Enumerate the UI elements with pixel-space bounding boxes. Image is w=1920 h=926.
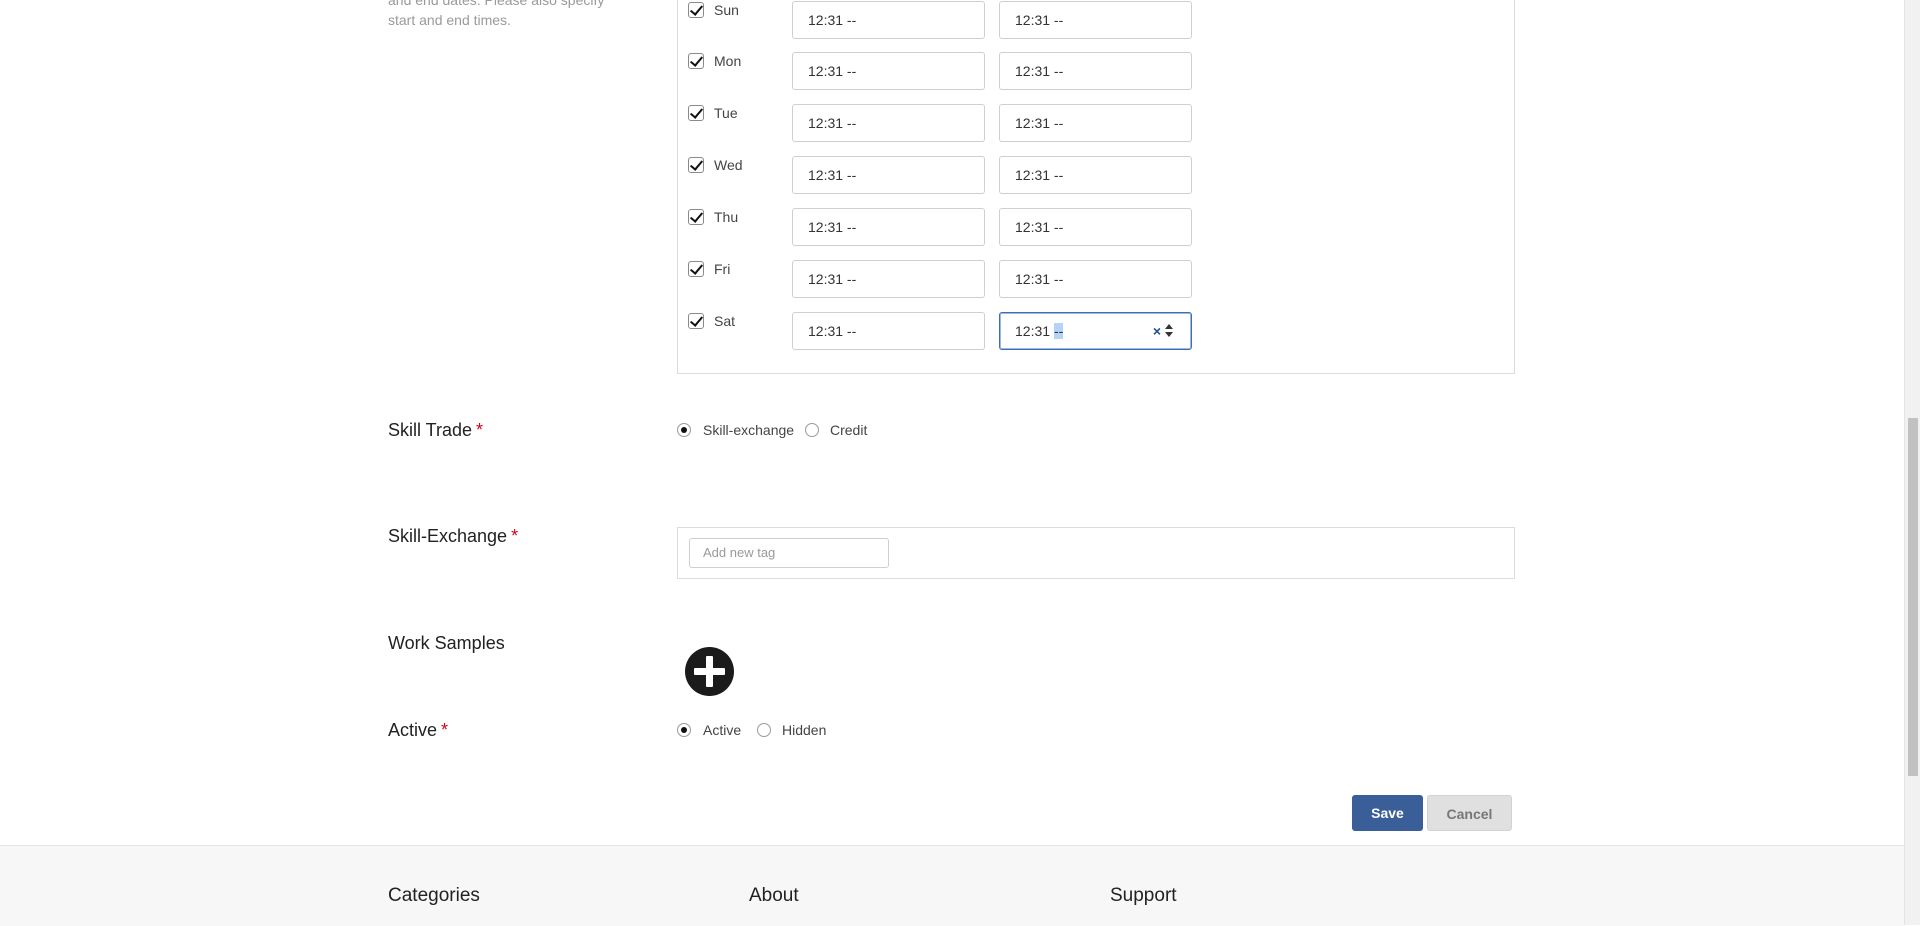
skill-exchange-option-label: Skill-exchange	[703, 422, 795, 438]
skill-exchange-label: Skill-Exchange *	[388, 526, 518, 547]
credit-radio[interactable]	[805, 423, 819, 437]
skill-exchange-label-text: Skill-Exchange	[388, 526, 508, 546]
day-checkbox-mon[interactable]	[688, 53, 704, 69]
skill-trade-label: Skill Trade *	[388, 420, 483, 441]
start-time-fri[interactable]: 12:31 --	[792, 260, 985, 298]
start-time-thu[interactable]: 12:31 --	[792, 208, 985, 246]
page: and end dates. Please also specify start…	[0, 0, 1904, 926]
required-mark: *	[476, 420, 484, 440]
day-checkbox-fri[interactable]	[688, 261, 704, 277]
end-time-tue[interactable]: 12:31 --	[999, 104, 1192, 142]
spinner-icon[interactable]	[1165, 324, 1173, 338]
start-time-mon[interactable]: 12:31 --	[792, 52, 985, 90]
availability-hint: and end dates. Please also specify start…	[388, 0, 605, 28]
work-samples-label: Work Samples	[388, 633, 505, 653]
day-checkbox-wed[interactable]	[688, 157, 704, 173]
start-time-tue[interactable]: 12:31 --	[792, 104, 985, 142]
end-time-sun[interactable]: 12:31 --	[999, 1, 1192, 39]
end-time-fri[interactable]: 12:31 --	[999, 260, 1192, 298]
active-label-text: Active	[388, 720, 438, 740]
day-label: Tue	[714, 105, 738, 121]
end-time-thu[interactable]: 12:31 --	[999, 208, 1192, 246]
hidden-option-label: Hidden	[782, 722, 827, 738]
day-label: Thu	[714, 209, 739, 225]
start-time-wed[interactable]: 12:31 --	[792, 156, 985, 194]
skill-exchange-radio[interactable]	[677, 423, 691, 437]
day-label: Wed	[714, 157, 743, 173]
day-checkbox-tue[interactable]	[688, 105, 704, 121]
day-label: Sun	[714, 2, 739, 18]
skill-exchange-tag-box: Add new tag	[677, 527, 1515, 579]
day-checkbox-sat[interactable]	[688, 313, 704, 329]
ampm-segment[interactable]: --	[1053, 323, 1064, 339]
day-checkbox-sun[interactable]	[688, 2, 704, 18]
time-value: 12:31	[1015, 323, 1051, 339]
save-button[interactable]: Save	[1352, 795, 1423, 831]
add-tag-input[interactable]: Add new tag	[689, 538, 889, 568]
footer-heading-about: About	[749, 885, 799, 906]
footer-heading-support: Support	[1110, 885, 1177, 906]
day-label: Fri	[714, 261, 731, 277]
start-time-sun[interactable]: 12:31 --	[792, 1, 985, 39]
footer: Categories About Support	[0, 845, 1904, 926]
start-time-sat[interactable]: 12:31 --	[792, 312, 985, 350]
end-time-sat[interactable]: 12:31 -- ×	[999, 312, 1192, 350]
end-time-mon[interactable]: 12:31 --	[999, 52, 1192, 90]
page-scrollbar[interactable]	[1904, 0, 1920, 925]
credit-option-label: Credit	[830, 422, 868, 438]
skill-trade-label-text: Skill Trade	[388, 420, 473, 440]
day-label: Sat	[714, 313, 736, 329]
required-mark: *	[441, 720, 449, 740]
clear-icon[interactable]: ×	[1153, 313, 1161, 349]
active-radio[interactable]	[677, 723, 691, 737]
end-time-wed[interactable]: 12:31 --	[999, 156, 1192, 194]
day-checkbox-thu[interactable]	[688, 209, 704, 225]
day-label: Mon	[714, 53, 742, 69]
active-label: Active *	[388, 720, 448, 741]
active-option-label: Active	[703, 722, 742, 738]
scrollbar-thumb[interactable]	[1908, 418, 1918, 776]
required-mark: *	[511, 526, 519, 546]
hidden-radio[interactable]	[757, 723, 771, 737]
footer-heading-categories: Categories	[388, 885, 480, 906]
cancel-button[interactable]: Cancel	[1427, 795, 1512, 831]
plus-circle-icon[interactable]	[685, 647, 734, 696]
